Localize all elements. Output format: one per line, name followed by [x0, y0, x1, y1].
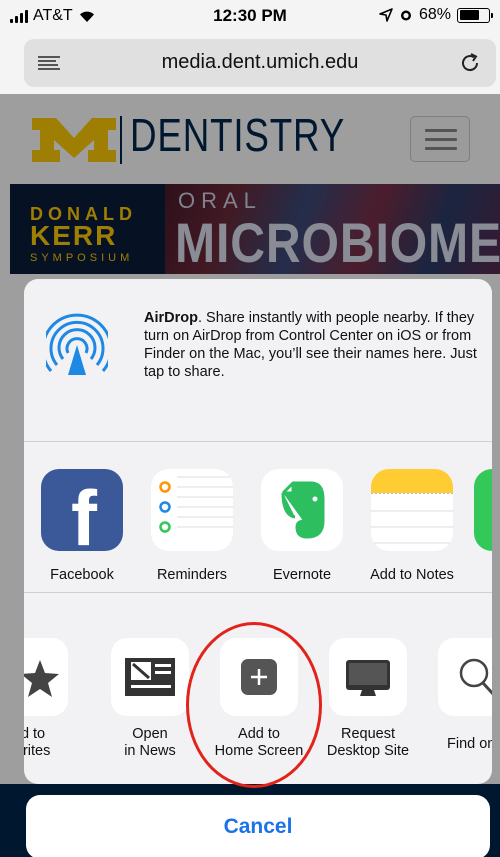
app-label: Facebook [50, 567, 114, 583]
star-icon [24, 660, 59, 697]
url-field[interactable]: media.dent.umich.edu [24, 39, 496, 87]
action-add-to-favorites[interactable]: dd tovorites [24, 638, 79, 760]
airdrop-description: AirDrop. Share instantly with people nea… [144, 309, 484, 381]
app-label: Evernote [272, 567, 332, 583]
airdrop-icon [46, 313, 108, 375]
battery-percent: 68% [418, 6, 451, 23]
share-app-reminders[interactable]: Reminders [144, 469, 240, 583]
browser-address-bar: media.dent.umich.edu [0, 32, 500, 94]
reload-icon[interactable] [458, 51, 482, 75]
alarm-icon [400, 10, 411, 21]
cancel-button[interactable]: Cancel [26, 795, 490, 857]
action-label: Request Desktop Site [326, 726, 410, 759]
action-label: Open in News [124, 726, 176, 759]
airdrop-section[interactable]: AirDrop. Share instantly with people nea… [24, 279, 492, 441]
action-tile [438, 638, 492, 716]
share-app-facebook[interactable]: f Facebook [34, 469, 130, 583]
action-tile [329, 638, 407, 716]
share-app-notes[interactable]: Add to Notes [364, 469, 460, 583]
facebook-icon: f [41, 469, 123, 551]
action-find-on-page[interactable]: Find on P [427, 638, 492, 753]
url-text[interactable]: media.dent.umich.edu [24, 51, 496, 74]
share-apps-row: f Facebook Reminders Evernote Add to Not… [24, 442, 492, 592]
action-label: Find on P [447, 736, 492, 752]
app-label: Reminders [156, 567, 228, 583]
magnifier-icon [459, 658, 492, 696]
action-tile [111, 638, 189, 716]
battery-icon [457, 7, 493, 23]
highlight-circle [186, 622, 322, 788]
share-app-evernote[interactable]: Evernote [254, 469, 350, 583]
airdrop-title: AirDrop [144, 310, 198, 326]
reminders-icon [151, 469, 233, 551]
status-bar: AT&T 12:30 PM 68% [0, 0, 500, 32]
app-label: Add to Notes [370, 567, 454, 583]
news-icon [125, 658, 175, 696]
messages-icon [474, 469, 492, 551]
action-label: dd tovorites [24, 726, 51, 759]
notes-icon [371, 469, 453, 551]
action-request-desktop-site[interactable]: Request Desktop Site [318, 638, 418, 760]
monitor-icon [346, 660, 390, 696]
evernote-icon [261, 469, 343, 551]
action-tile [24, 638, 68, 716]
location-icon [379, 8, 393, 22]
share-app-partial[interactable] [474, 469, 492, 551]
action-open-in-news[interactable]: Open in News [100, 638, 200, 760]
status-indicators: 68% [379, 6, 493, 24]
